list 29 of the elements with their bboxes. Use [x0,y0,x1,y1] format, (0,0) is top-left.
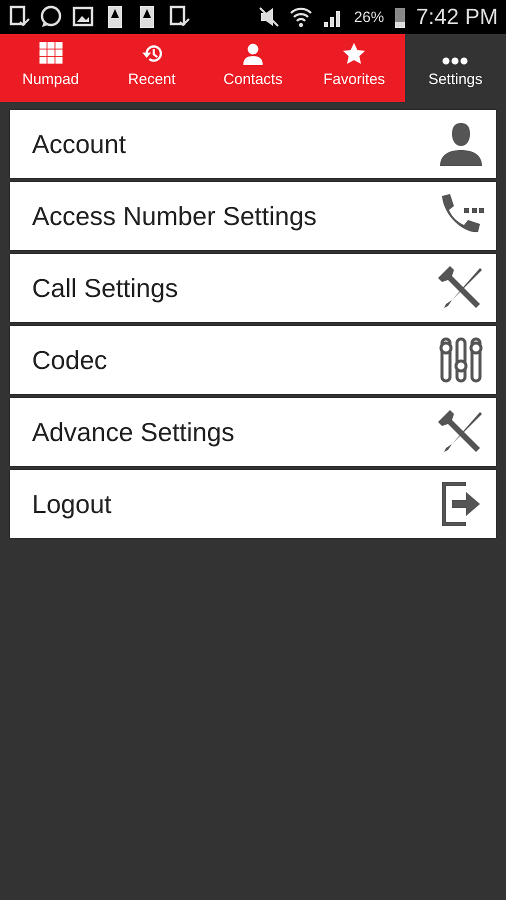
menu-item[interactable]: Call Settings [10,254,496,322]
menu-label: Logout [32,488,112,520]
tab[interactable]: Favorites [304,34,405,102]
menu-label: Access Number Settings [32,200,317,232]
mute-icon [258,5,280,29]
menu-label: Advance Settings [32,416,234,448]
sliders-icon [438,336,484,384]
notification-icon [8,5,30,29]
menu-label: Codec [32,344,108,376]
menu-item[interactable]: Codec [10,326,496,394]
menu-item[interactable]: Logout [10,470,496,538]
tab[interactable]: Contacts [202,34,304,102]
tab[interactable]: Numpad [0,34,102,102]
menu-label: Call Settings [32,272,178,304]
menu-item[interactable]: Account [10,110,496,178]
menu-label: Account [32,128,126,160]
menu-item[interactable]: Advance Settings [10,398,496,466]
battery-percent: 26% [354,8,384,26]
menu-item[interactable]: Access Number Settings [10,182,496,250]
wifi-icon [290,5,312,29]
more-icon [442,57,468,65]
chat-icon [40,5,62,29]
image-icon [72,5,94,29]
grid-icon [36,42,65,65]
tab[interactable]: Recent [101,34,202,102]
person-icon [438,120,484,168]
clock: 7:42 PM [416,4,498,30]
battery-icon [394,5,406,29]
notification-icon [168,5,190,29]
